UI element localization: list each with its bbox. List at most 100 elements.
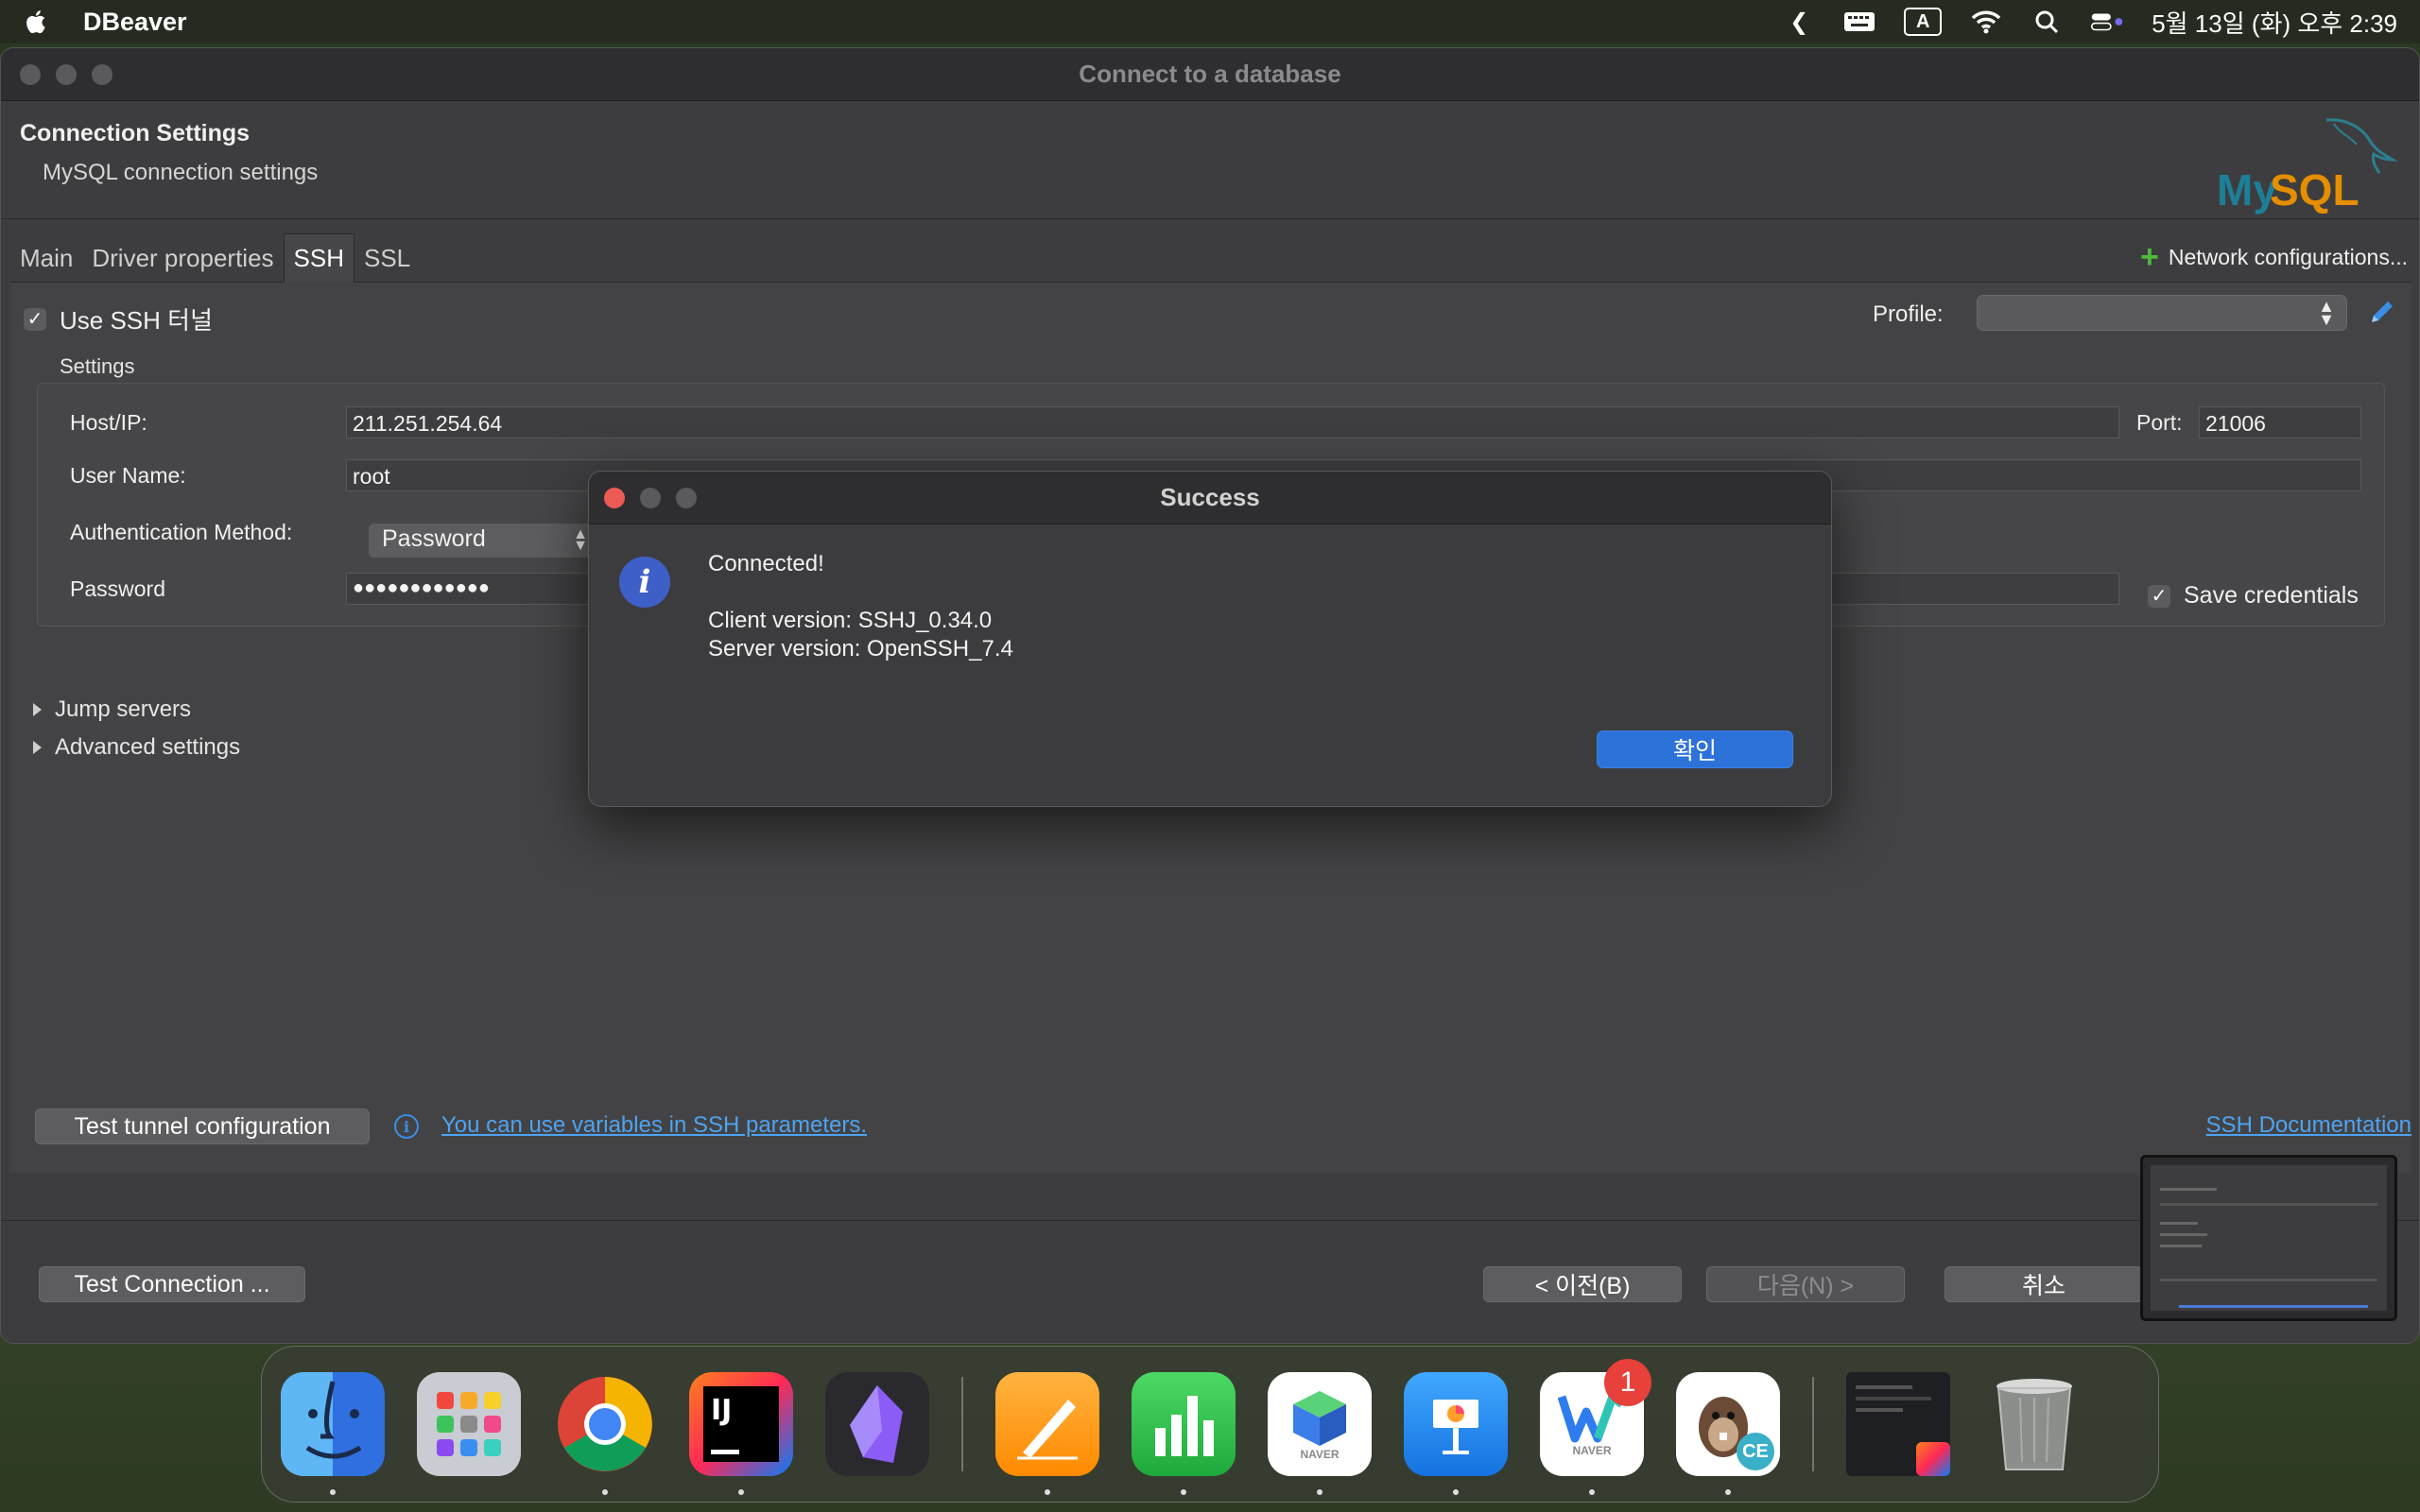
control-center-icon[interactable] xyxy=(2091,8,2123,36)
finder-icon[interactable] xyxy=(281,1372,385,1495)
auth-method-value: Password xyxy=(382,525,486,552)
launchpad-icon[interactable] xyxy=(417,1372,521,1476)
edit-pencil-icon[interactable] xyxy=(2366,296,2398,328)
password-label: Password xyxy=(70,576,165,601)
host-label: Host/IP: xyxy=(70,410,147,435)
updown-chevron-icon: ▲ ▼ xyxy=(2318,297,2335,329)
mysql-logo-icon: My SQL xyxy=(2217,118,2398,215)
window-controls xyxy=(20,63,112,85)
naver-whale-icon[interactable]: NAVER 1 xyxy=(1540,1359,1651,1495)
host-input[interactable]: 211.251.254.64 xyxy=(346,406,2119,438)
obsidian-icon[interactable] xyxy=(825,1372,929,1476)
ok-button[interactable]: 확인 xyxy=(1597,730,1793,768)
checkmark-icon: ✓ xyxy=(24,307,46,331)
page-title: Connection Settings xyxy=(20,120,251,146)
intellij-window-preview-icon[interactable] xyxy=(1846,1372,1950,1476)
dock-separator xyxy=(961,1377,963,1471)
menu-bar: DBeaver ❮ A 5월 13일 (화) 오후 2:39 xyxy=(0,0,2420,43)
checkmark-icon: ✓ xyxy=(2148,584,2170,608)
ssh-documentation-link[interactable]: SSH Documentation xyxy=(2206,1112,2411,1139)
settings-group-label: Settings xyxy=(60,354,135,378)
tab-ssl[interactable]: SSL xyxy=(354,233,420,283)
naver-label: NAVER xyxy=(1300,1448,1340,1461)
auth-method-select[interactable]: Password ▲ ▼ xyxy=(369,524,599,558)
auth-method-label: Authentication Method: xyxy=(70,520,293,544)
chrome-icon[interactable] xyxy=(553,1372,657,1495)
info-icon: i xyxy=(394,1114,419,1139)
wifi-icon[interactable] xyxy=(1970,8,2002,36)
ce-label: CE xyxy=(1737,1433,1774,1470)
keyboard-icon[interactable] xyxy=(1843,8,1876,36)
minimize-window-button[interactable] xyxy=(56,63,77,85)
apple-icon[interactable] xyxy=(23,8,51,36)
save-credentials-label: Save credentials xyxy=(2184,582,2359,609)
running-indicator xyxy=(1181,1489,1186,1495)
chevron-left-icon[interactable]: ❮ xyxy=(1783,8,1815,36)
running-indicator xyxy=(1725,1489,1731,1495)
running-indicator xyxy=(1453,1489,1459,1495)
tab-main[interactable]: Main xyxy=(10,233,82,283)
jump-servers-label: Jump servers xyxy=(55,696,192,722)
running-indicator xyxy=(1589,1489,1595,1495)
close-window-button[interactable] xyxy=(20,63,41,85)
use-ssh-checkbox[interactable]: ✓ Use SSH 터널 xyxy=(24,301,213,336)
page-subtitle: MySQL connection settings xyxy=(43,160,319,185)
save-credentials-checkbox[interactable]: ✓ Save credentials xyxy=(2148,582,2359,610)
updown-chevron-icon: ▲ ▼ xyxy=(573,526,588,554)
pages-icon[interactable] xyxy=(995,1372,1099,1495)
menubar-clock[interactable]: 5월 13일 (화) 오후 2:39 xyxy=(2152,5,2397,40)
app-menu-name[interactable]: DBeaver xyxy=(83,8,187,37)
back-button[interactable]: < 이전(B) xyxy=(1483,1266,1682,1302)
naver-label: NAVER xyxy=(1572,1444,1612,1457)
network-configurations-button[interactable]: + Network configurations... xyxy=(2140,241,2408,273)
running-indicator xyxy=(1045,1489,1050,1495)
dialog-client-version: Client version: SSHJ_0.34.0 xyxy=(708,608,993,633)
thumbnail-image xyxy=(2151,1165,2387,1311)
dock: IJ NAVER NAVER 1 CE xyxy=(261,1346,2159,1503)
tab-ssh[interactable]: SSH xyxy=(283,233,354,283)
ssh-variables-link[interactable]: You can use variables in SSH parameters. xyxy=(441,1112,867,1139)
zoom-window-button[interactable] xyxy=(92,63,112,85)
test-tunnel-button[interactable]: Test tunnel configuration xyxy=(35,1108,370,1144)
disclosure-triangle-icon xyxy=(33,703,42,716)
tab-bar: Main Driver properties SSH SSL + Network… xyxy=(10,233,2411,283)
trash-icon[interactable] xyxy=(1982,1372,2086,1476)
window-title: Connect to a database xyxy=(1079,60,1341,88)
network-configurations-label: Network configurations... xyxy=(2168,244,2408,269)
info-icon: i xyxy=(619,557,670,608)
user-name-label: User Name: xyxy=(70,463,186,488)
intellij-letters: IJ xyxy=(711,1394,733,1427)
profile-label: Profile: xyxy=(1873,301,1944,327)
disclosure-triangle-icon xyxy=(33,741,42,754)
advanced-settings-label: Advanced settings xyxy=(55,734,241,760)
dialog-server-version: Server version: OpenSSH_7.4 xyxy=(708,636,1013,662)
svg-text:SQL: SQL xyxy=(2270,165,2360,215)
test-connection-button[interactable]: Test Connection ... xyxy=(39,1266,305,1302)
tab-driver-properties[interactable]: Driver properties xyxy=(82,233,283,283)
use-ssh-label: Use SSH 터널 xyxy=(60,306,213,335)
port-label: Port: xyxy=(2136,410,2183,435)
dbeaver-ce-icon[interactable]: CE xyxy=(1676,1372,1780,1495)
next-button[interactable]: 다음(N) > xyxy=(1706,1266,1905,1302)
port-input[interactable]: 21006 xyxy=(2199,406,2361,438)
screenshot-thumbnail[interactable] xyxy=(2140,1155,2397,1321)
numbers-icon[interactable] xyxy=(1132,1372,1236,1495)
input-source-icon[interactable]: A xyxy=(1904,8,1943,36)
search-icon[interactable] xyxy=(2031,8,2063,36)
naver-whale-box-icon[interactable]: NAVER xyxy=(1268,1372,1372,1495)
running-indicator xyxy=(1317,1489,1322,1495)
plus-icon: + xyxy=(2140,239,2159,275)
running-indicator xyxy=(330,1489,336,1495)
dialog-message-connected: Connected! xyxy=(708,551,824,576)
intellij-idea-icon[interactable]: IJ xyxy=(689,1372,793,1495)
dock-separator xyxy=(1812,1377,1814,1471)
profile-select[interactable]: ▲ ▼ xyxy=(1977,295,2347,331)
running-indicator xyxy=(602,1489,608,1495)
running-indicator xyxy=(738,1489,744,1495)
dialog-title: Success xyxy=(1160,483,1260,511)
keynote-icon[interactable] xyxy=(1404,1372,1508,1495)
cancel-button[interactable]: 취소 xyxy=(1945,1266,2143,1302)
wizard-button-bar: Test Connection ... < 이전(B) 다음(N) > 취소 xyxy=(1,1220,2419,1343)
jump-servers-expander[interactable]: Jump servers xyxy=(33,696,191,723)
advanced-settings-expander[interactable]: Advanced settings xyxy=(33,734,240,761)
